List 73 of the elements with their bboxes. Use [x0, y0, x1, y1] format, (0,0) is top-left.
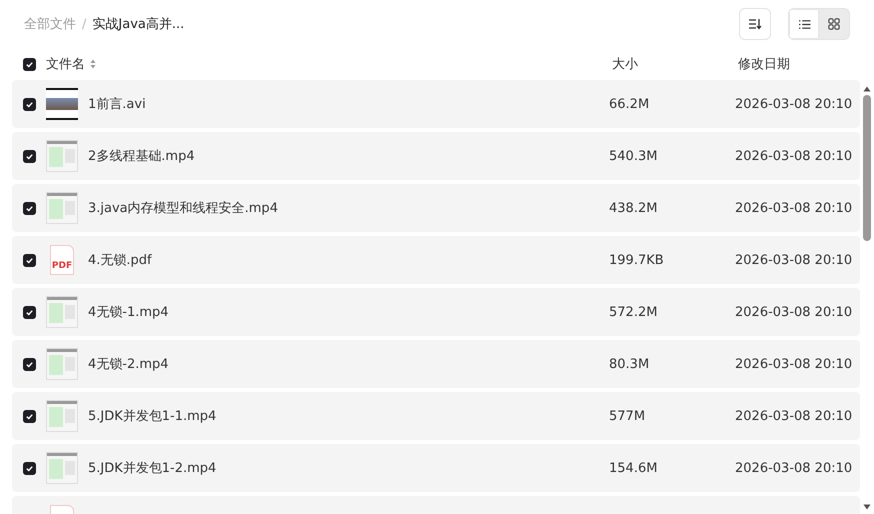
checkbox[interactable] [22, 98, 36, 110]
checkbox[interactable] [22, 410, 36, 422]
file-row[interactable]: 5.JDK并发包1-1.mp4 577M 2026-03-08 20:10 [12, 392, 860, 440]
grid-view-button[interactable] [819, 9, 849, 39]
file-size: 540.3M [609, 148, 658, 164]
sort-button[interactable] [739, 8, 771, 40]
breadcrumb-separator: / [82, 16, 86, 32]
date-column-header[interactable]: 修改日期 [738, 55, 862, 73]
checkbox[interactable] [22, 462, 36, 474]
file-size: 438.2M [609, 200, 658, 216]
modified-date: 2026-03-08 20:10 [735, 356, 854, 372]
checkbox[interactable] [22, 254, 36, 266]
file-row[interactable]: 2多线程基础.mp4 540.3M 2026-03-08 20:10 [12, 132, 860, 180]
checkmark-icon [24, 360, 34, 368]
screenshot-thumbnail [46, 192, 78, 224]
modified-date: 2026-03-08 20:10 [735, 408, 854, 424]
sort-arrows-icon[interactable] [90, 59, 96, 69]
file-row[interactable]: PDF 4.无锁.pdf 199.7KB 2026-03-08 20:10 [12, 236, 860, 284]
file-row[interactable]: 1前言.avi 66.2M 2026-03-08 20:10 [12, 80, 860, 128]
file-name[interactable]: 5.JDK并发包1-2.mp4 [88, 459, 609, 477]
file-size: 80.3M [609, 356, 650, 372]
file-size: 577M [609, 408, 646, 424]
list-view-button[interactable] [789, 9, 819, 39]
sort-icon [748, 18, 762, 30]
screenshot-thumbnail [46, 296, 78, 328]
file-size: 66.2M [609, 96, 650, 112]
file-name[interactable]: 4无锁-2.mp4 [88, 355, 609, 373]
checkmark-icon [24, 464, 34, 472]
list-icon [798, 18, 810, 30]
screenshot-thumbnail [46, 140, 78, 172]
scroll-down-icon[interactable] [863, 504, 871, 510]
checkbox[interactable] [22, 150, 36, 162]
grid-icon [828, 18, 840, 30]
scrollbar-thumb[interactable] [863, 95, 871, 241]
modified-date: 2026-03-08 20:10 [735, 252, 854, 268]
checkbox[interactable] [22, 358, 36, 370]
file-name[interactable]: 2多线程基础.mp4 [88, 147, 609, 165]
checkmark-icon [24, 308, 34, 316]
modified-date: 2026-03-08 20:10 [735, 148, 854, 164]
file-name[interactable]: 4.无锁.pdf [88, 251, 609, 269]
scroll-up-icon[interactable] [863, 86, 871, 92]
file-name[interactable]: 4无锁-1.mp4 [88, 303, 609, 321]
file-name[interactable]: 1前言.avi [88, 95, 609, 113]
size-column-header[interactable]: 大小 [612, 55, 738, 73]
checkbox[interactable] [22, 58, 36, 70]
checkmark-icon [24, 256, 34, 264]
checkmark-icon [24, 204, 34, 212]
screenshot-thumbnail [46, 400, 78, 432]
pdf-file-icon: PDF [50, 245, 74, 275]
checkbox[interactable] [22, 202, 36, 214]
file-name[interactable]: 5.JDK并发包1-1.mp4 [88, 407, 609, 425]
modified-date: 2026-03-08 20:10 [735, 200, 854, 216]
file-row[interactable]: 5.JDK并发包1-2.mp4 154.6M 2026-03-08 20:10 [12, 444, 860, 492]
checkmark-icon [24, 152, 34, 160]
breadcrumb-item[interactable]: 实战Java高并... [92, 15, 184, 33]
checkmark-icon [24, 412, 34, 420]
modified-date: 2026-03-08 20:10 [735, 96, 854, 112]
checkbox[interactable] [22, 306, 36, 318]
file-row[interactable]: 3.java内存模型和线程安全.mp4 438.2M 2026-03-08 20:10 [12, 184, 860, 232]
file-row[interactable]: 4无锁-1.mp4 572.2M 2026-03-08 20:10 [12, 288, 860, 336]
video-thumbnail [46, 88, 78, 120]
file-size: 572.2M [609, 304, 658, 320]
file-size: 154.6M [609, 460, 658, 476]
file-name[interactable]: 3.java内存模型和线程安全.mp4 [88, 199, 609, 217]
file-row[interactable]: 4无锁-2.mp4 80.3M 2026-03-08 20:10 [12, 340, 860, 388]
file-size: 199.7KB [609, 252, 665, 268]
name-column-header[interactable]: 文件名 [46, 55, 85, 73]
screenshot-thumbnail [46, 348, 78, 380]
modified-date: 2026-03-08 20:10 [735, 304, 854, 320]
screenshot-thumbnail [46, 452, 78, 484]
modified-date: 2026-03-08 20:10 [735, 460, 854, 476]
checkmark-icon [24, 60, 34, 68]
checkmark-icon [24, 100, 34, 108]
